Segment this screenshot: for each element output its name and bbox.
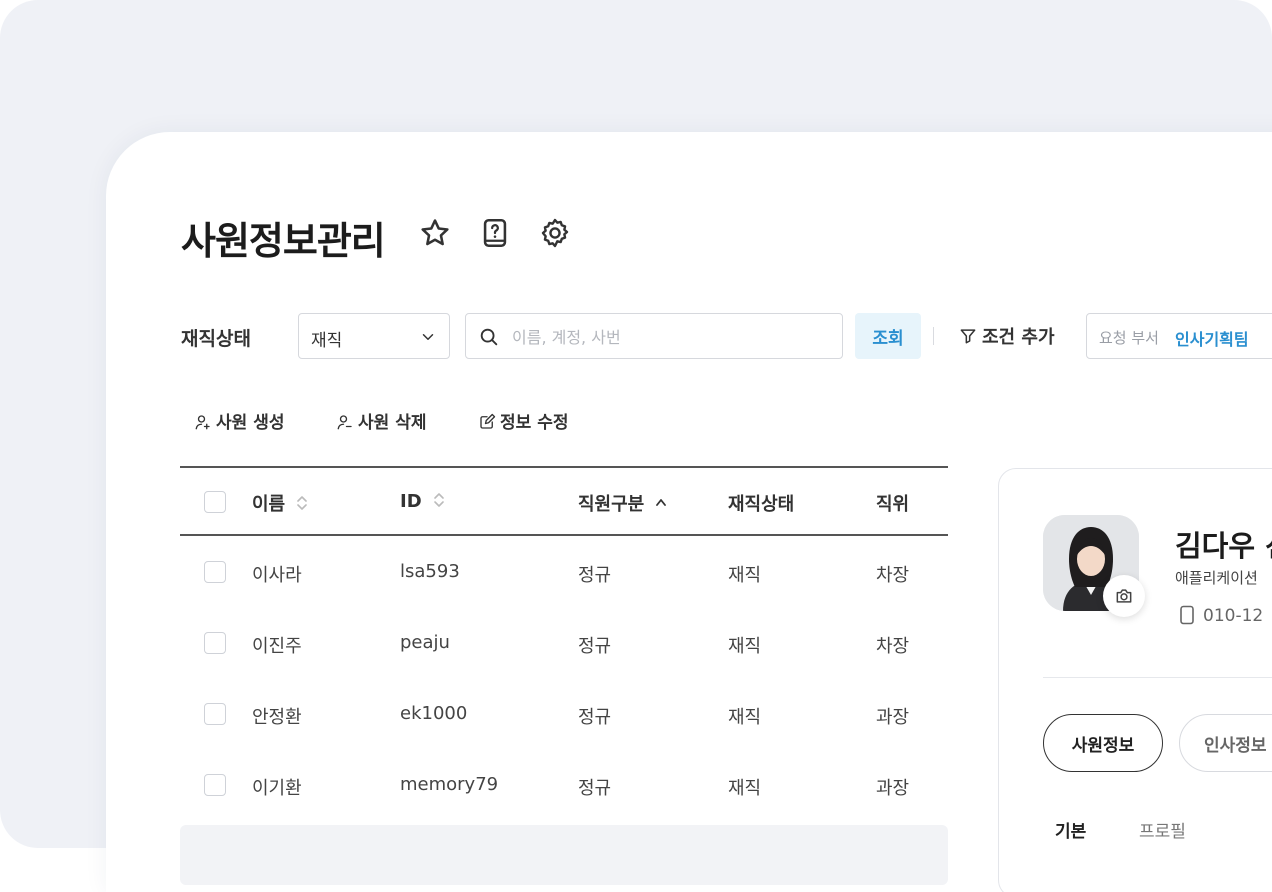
camera-icon (1116, 589, 1132, 603)
col-header-id[interactable]: ID (400, 490, 446, 512)
cell-type: 정규 (578, 636, 612, 657)
cell-type: 정규 (578, 778, 612, 799)
select-all-checkbox[interactable] (204, 491, 226, 513)
star-icon[interactable] (418, 216, 452, 250)
cell-status: 재직 (728, 636, 762, 657)
create-employee-label: 사원 생성 (216, 413, 285, 433)
cell-id: peaju (400, 632, 450, 653)
cell-type: 정규 (578, 707, 612, 728)
profile-phone-value: 010-12 (1203, 606, 1264, 626)
edit-info-button[interactable]: 정보 수정 (478, 408, 568, 433)
cell-id: lsa593 (400, 561, 460, 582)
change-photo-button[interactable] (1103, 575, 1145, 617)
row-checkbox[interactable] (204, 632, 226, 654)
sort-icon (433, 493, 444, 507)
cell-position: 차장 (876, 636, 910, 657)
divider (933, 327, 934, 345)
chevron-down-icon (419, 328, 437, 346)
edit-icon (480, 413, 496, 429)
cell-status: 재직 (728, 707, 762, 728)
cell-position: 차장 (876, 565, 910, 586)
row-checkbox[interactable] (204, 774, 226, 796)
edit-info-label: 정보 수정 (500, 413, 569, 433)
add-condition-label: 조건 추가 (982, 327, 1055, 348)
dept-filter[interactable]: 요청 부서 인사기획팀 (1086, 313, 1272, 359)
delete-employee-button[interactable]: 사원 삭제 (336, 408, 426, 433)
gear-icon[interactable] (538, 216, 572, 250)
help-book-icon[interactable] (478, 216, 512, 250)
table-row[interactable]: 이기환 memory79 정규 재직 과장 (180, 749, 948, 820)
cell-name: 이진주 (252, 636, 302, 657)
dept-filter-value: 인사기획팀 (1175, 330, 1249, 349)
tab-hr-info[interactable]: 인사정보 (1179, 714, 1272, 772)
cell-id: memory79 (400, 774, 499, 795)
divider (1043, 677, 1272, 678)
profile-panel: 김다우 선 애플리케이션 010-12 사원정보 인사정보 기본 프로필 (998, 468, 1272, 892)
sort-ascending-icon (656, 499, 667, 506)
cell-name: 이사라 (252, 565, 302, 586)
col-header-position: 직위 (876, 494, 910, 515)
search-input[interactable] (510, 324, 834, 350)
phone-icon (1180, 605, 1194, 625)
dept-filter-label: 요청 부서 (1099, 329, 1159, 347)
table-header: 이름 ID 직원구분 재직상태 직위 (180, 466, 948, 536)
filter-icon (960, 329, 976, 344)
table-row[interactable]: 이사라 lsa593 정규 재직 차장 (180, 536, 948, 607)
user-remove-icon (337, 415, 352, 430)
create-employee-button[interactable]: 사원 생성 (194, 408, 284, 433)
subtab-profile[interactable]: 프로필 (1139, 817, 1186, 842)
profile-name: 김다우 선 (1175, 529, 1272, 563)
table-row[interactable]: 안정환 ek1000 정규 재직 과장 (180, 678, 948, 749)
status-select-value: 재직 (311, 331, 343, 351)
profile-phone: 010-12 (1179, 605, 1263, 626)
subtab-basic[interactable]: 기본 (1055, 817, 1086, 842)
col-header-name[interactable]: 이름 (252, 490, 309, 516)
status-select[interactable]: 재직 (298, 313, 450, 359)
add-condition-button[interactable]: 조건 추가 (958, 323, 1055, 351)
cell-position: 과장 (876, 707, 910, 728)
cell-position: 과장 (876, 778, 910, 799)
cell-type: 정규 (578, 565, 612, 586)
cell-name: 이기환 (252, 778, 302, 799)
table-row-hover[interactable] (180, 825, 948, 885)
row-checkbox[interactable] (204, 561, 226, 583)
employee-table: 이름 ID 직원구분 재직상태 직위 이사라 lsa593 정규 재직 차장 이… (180, 466, 948, 820)
col-header-type[interactable]: 직원구분 (578, 490, 668, 516)
profile-dept: 애플리케이션 (1175, 569, 1258, 587)
search-box[interactable] (465, 313, 843, 359)
cell-name: 안정환 (252, 707, 302, 728)
app-window: 사원정보관리 재직상태 재직 조회 조건 추가 요청 부서 인사기획팀 사원 생… (106, 132, 1272, 892)
cell-status: 재직 (728, 778, 762, 799)
search-button[interactable]: 조회 (855, 313, 921, 359)
sort-icon (297, 496, 307, 510)
col-header-status: 재직상태 (728, 494, 795, 515)
user-add-icon (195, 415, 210, 430)
page-title: 사원정보관리 (181, 219, 386, 263)
row-checkbox[interactable] (204, 703, 226, 725)
tab-employee-info[interactable]: 사원정보 (1043, 714, 1163, 772)
table-row[interactable]: 이진주 peaju 정규 재직 차장 (180, 607, 948, 678)
search-icon (478, 326, 500, 348)
status-filter-label: 재직상태 (181, 328, 251, 350)
delete-employee-label: 사원 삭제 (358, 413, 427, 433)
cell-status: 재직 (728, 565, 762, 586)
cell-id: ek1000 (400, 703, 468, 724)
